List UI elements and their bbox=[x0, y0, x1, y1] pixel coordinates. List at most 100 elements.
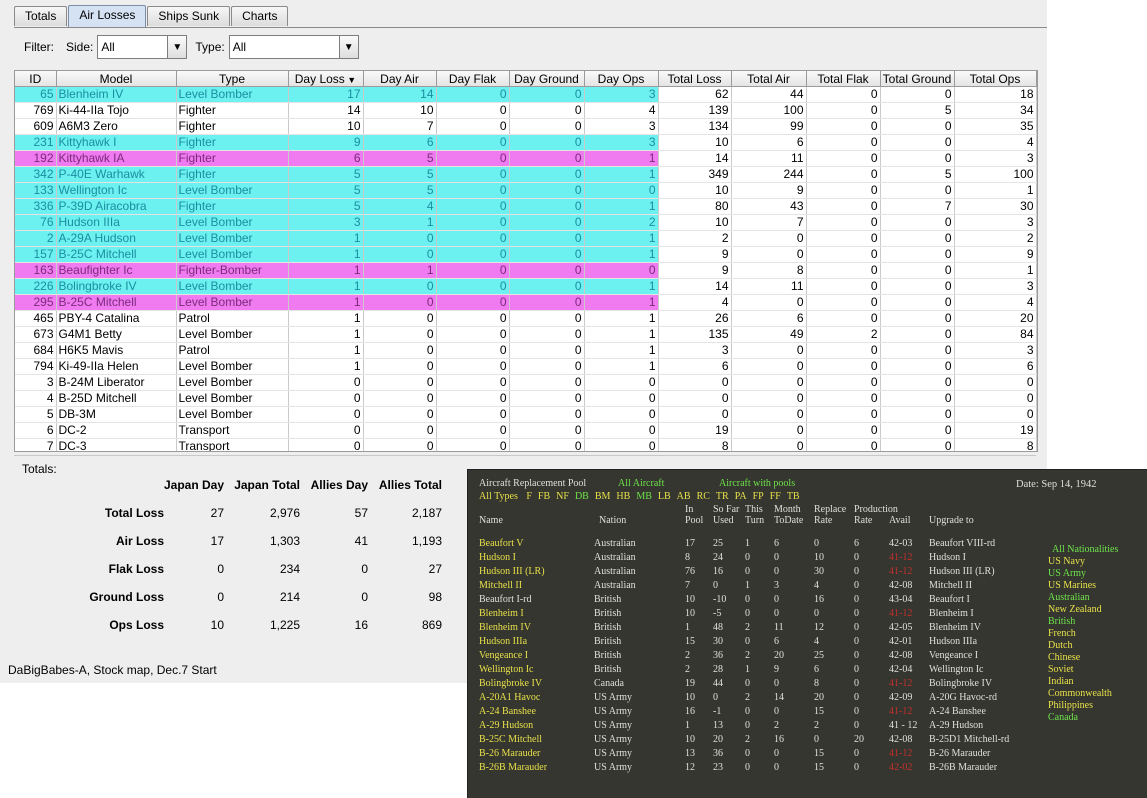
tab-totals[interactable]: Totals bbox=[14, 6, 68, 26]
nationality-filter-item[interactable]: British bbox=[1048, 616, 1118, 628]
column-header-model[interactable]: Model bbox=[56, 71, 177, 87]
tab-charts[interactable]: Charts bbox=[231, 6, 289, 26]
tab-ships-sunk[interactable]: Ships Sunk bbox=[147, 6, 231, 26]
table-row[interactable]: 465 PBY-4 Catalina Patrol 1 0 0 0 1 26 6 0 0 20 bbox=[15, 310, 1037, 327]
table-row[interactable]: 342 P-40E Warhawk Fighter 5 5 0 0 1 349 244 0 5 100 bbox=[15, 166, 1037, 183]
nationality-filter-item[interactable]: Australian bbox=[1048, 592, 1118, 604]
table-row[interactable]: 4 B-25D Mitchell Level Bomber 0 0 0 0 0 0 0 0 0 0 bbox=[15, 390, 1037, 407]
pool-row[interactable]: A-29 Hudson US Army 1 13 0 2 2 0 41 - 12 A-29 Hud… bbox=[468, 720, 1028, 734]
column-header-day-ground[interactable]: Day Ground bbox=[509, 71, 585, 87]
filter-all-aircraft[interactable]: All Aircraft bbox=[618, 478, 664, 489]
pool-row[interactable]: Hudson IIIa British 15 30 0 6 4 0 42-01 Hudson II… bbox=[468, 636, 1028, 650]
nationality-filter-item[interactable]: Dutch bbox=[1048, 640, 1118, 652]
table-row[interactable]: 157 B-25C Mitchell Level Bomber 1 0 0 0 1 9 0 0 0 9 bbox=[15, 246, 1037, 263]
column-header-label: Day Ground bbox=[514, 71, 579, 86]
table-row[interactable]: 7 DC-3 Transport 0 0 0 0 0 8 0 0 0 8 bbox=[15, 438, 1037, 451]
column-header-day-loss[interactable]: Day Loss ▼ bbox=[288, 71, 364, 87]
table-row[interactable]: 609 A6M3 Zero Fighter 10 7 0 0 3 134 99 0 0 35 bbox=[15, 118, 1037, 135]
nationality-filter-item[interactable]: Canada bbox=[1048, 712, 1118, 724]
column-header-total-air[interactable]: Total Air bbox=[731, 71, 807, 87]
column-header-total-loss[interactable]: Total Loss bbox=[658, 71, 732, 87]
column-header-total-ops[interactable]: Total Ops bbox=[954, 71, 1037, 87]
pool-row[interactable]: A-20A1 Havoc US Army 10 0 2 14 20 0 42-09 A-20G H… bbox=[468, 692, 1028, 706]
type-filter-tr[interactable]: TR bbox=[716, 491, 729, 502]
nationality-filter-item[interactable]: US Navy bbox=[1048, 556, 1118, 568]
table-row[interactable]: 336 P-39D Airacobra Fighter 5 4 0 0 1 80 43 0 7 30 bbox=[15, 198, 1037, 215]
pool-row[interactable]: B-25C Mitchell US Army 10 20 2 16 0 20 42-08 B-25… bbox=[468, 734, 1028, 748]
table-row[interactable]: 6 DC-2 Transport 0 0 0 0 0 19 0 0 0 19 bbox=[15, 422, 1037, 439]
table-row[interactable]: 794 Ki-49-IIa Helen Level Bomber 1 0 0 0 1 6 0 0 0 6 bbox=[15, 358, 1037, 375]
nationality-filter-item[interactable]: French bbox=[1048, 628, 1118, 640]
side-select[interactable]: All ▼ bbox=[97, 35, 188, 59]
pool-row[interactable]: Beaufort V Australian 17 25 1 6 0 6 42-03 Beaufor… bbox=[468, 538, 1028, 552]
chevron-down-icon[interactable]: ▼ bbox=[338, 36, 358, 58]
table-row[interactable]: 226 Bolingbroke IV Level Bomber 1 0 0 0 1 14 11 0 0… bbox=[15, 278, 1037, 295]
table-row[interactable]: 673 G4M1 Betty Level Bomber 1 0 0 0 1 135 49 2 0 84 bbox=[15, 326, 1037, 343]
column-header-total-flak[interactable]: Total Flak bbox=[806, 71, 881, 87]
filter-aircraft-with-pools[interactable]: Aircraft with pools bbox=[719, 478, 795, 489]
type-filter-pa[interactable]: PA bbox=[735, 491, 747, 502]
type-filter-fp[interactable]: FP bbox=[753, 491, 764, 502]
type-filter-lb[interactable]: LB bbox=[658, 491, 671, 502]
pool-row[interactable]: A-24 Banshee US Army 16 -1 0 0 15 0 41-12 A-24 Ba… bbox=[468, 706, 1028, 720]
table-row[interactable]: 163 Beaufighter Ic Fighter-Bomber 1 1 0 0 0 9 8 0 0… bbox=[15, 262, 1037, 279]
table-row[interactable]: 76 Hudson IIIa Level Bomber 3 1 0 0 2 10 7 0 0 3 bbox=[15, 214, 1037, 231]
table-row[interactable]: 295 B-25C Mitchell Level Bomber 1 0 0 0 1 4 0 0 0 4 bbox=[15, 294, 1037, 311]
pool-row[interactable]: Vengeance I British 2 36 2 20 25 0 42-08 Vengeanc… bbox=[468, 650, 1028, 664]
pool-cell: 17 bbox=[685, 538, 695, 549]
type-filter-hb[interactable]: HB bbox=[616, 491, 630, 502]
type-filter-nf[interactable]: NF bbox=[556, 491, 569, 502]
column-header-day-flak[interactable]: Day Flak bbox=[436, 71, 510, 87]
nationality-filter-item[interactable]: US Army bbox=[1048, 568, 1118, 580]
nationality-filter-item[interactable]: Commonwealth bbox=[1048, 688, 1118, 700]
type-filter-ab[interactable]: AB bbox=[677, 491, 691, 502]
table-cell: 349 bbox=[658, 166, 732, 183]
column-header-id[interactable]: ID bbox=[15, 71, 57, 87]
table-row[interactable]: 769 Ki-44-IIa Tojo Fighter 14 10 0 0 4 139 100 0 5 3… bbox=[15, 102, 1037, 119]
column-header-type[interactable]: Type bbox=[176, 71, 289, 87]
type-filter-ff[interactable]: FF bbox=[770, 491, 781, 502]
pool-cell: British bbox=[594, 636, 622, 647]
table-row[interactable]: 3 B-24M Liberator Level Bomber 0 0 0 0 0 0 0 0 0 0 bbox=[15, 374, 1037, 391]
pool-row[interactable]: B-26B Marauder US Army 12 23 0 0 15 0 42-02 B-26B… bbox=[468, 762, 1028, 776]
pool-row[interactable]: B-26 Marauder US Army 13 36 0 0 15 0 41-12 B-26 M… bbox=[468, 748, 1028, 762]
type-filter-f[interactable]: F bbox=[526, 491, 532, 502]
pool-row[interactable]: Hudson III (LR) Australian 76 16 0 0 30 0 41-12 H… bbox=[468, 566, 1028, 580]
nationality-filter-item[interactable]: Chinese bbox=[1048, 652, 1118, 664]
type-filter-rc[interactable]: RC bbox=[697, 491, 710, 502]
nationality-filter-item[interactable]: All Nationalities bbox=[1048, 544, 1118, 556]
table-row[interactable]: 231 Kittyhawk I Fighter 9 6 0 0 3 10 6 0 0 4 bbox=[15, 134, 1037, 151]
type-filter-fb[interactable]: FB bbox=[538, 491, 550, 502]
type-filter-tb[interactable]: TB bbox=[787, 491, 800, 502]
pool-row[interactable]: Hudson I Australian 8 24 0 0 10 0 41-12 Hudson I bbox=[468, 552, 1028, 566]
pool-row[interactable]: Blenheim IV British 1 48 2 11 12 0 42-05 Blenheim… bbox=[468, 622, 1028, 636]
type-filter-mb[interactable]: MB bbox=[636, 491, 652, 502]
nationality-filter-item[interactable]: Soviet bbox=[1048, 664, 1118, 676]
tab-air-losses[interactable]: Air Losses bbox=[68, 5, 147, 27]
nationality-filter-item[interactable]: US Marines bbox=[1048, 580, 1118, 592]
table-row[interactable]: 5 DB-3M Level Bomber 0 0 0 0 0 0 0 0 0 0 bbox=[15, 406, 1037, 423]
nationality-filter-item[interactable]: New Zealand bbox=[1048, 604, 1118, 616]
type-filter-bm[interactable]: BM bbox=[595, 491, 611, 502]
table-row[interactable]: 2 A-29A Hudson Level Bomber 1 0 0 0 1 2 0 0 0 2 bbox=[15, 230, 1037, 247]
pool-row[interactable]: Mitchell II Australian 7 0 1 3 4 0 42-08 Mitchell… bbox=[468, 580, 1028, 594]
pool-row[interactable]: Blenheim I British 10 -5 0 0 0 0 41-12 Blenheim I bbox=[468, 608, 1028, 622]
table-cell: 0 bbox=[509, 198, 585, 215]
type-select[interactable]: All ▼ bbox=[228, 35, 359, 59]
column-header-total-ground[interactable]: Total Ground bbox=[880, 71, 955, 87]
nationality-filter-item[interactable]: Indian bbox=[1048, 676, 1118, 688]
chevron-down-icon[interactable]: ▼ bbox=[167, 36, 187, 58]
pool-row[interactable]: Bolingbroke IV Canada 19 44 0 0 8 0 41-12 Bolingb… bbox=[468, 678, 1028, 692]
pool-row[interactable]: Wellington Ic British 2 28 1 9 6 0 42-04 Wellingt… bbox=[468, 664, 1028, 678]
table-row[interactable]: 133 Wellington Ic Level Bomber 5 5 0 0 0 10 9 0 0 1 bbox=[15, 182, 1037, 199]
column-header-day-air[interactable]: Day Air bbox=[363, 71, 437, 87]
type-filter-db[interactable]: DB bbox=[575, 491, 589, 502]
type-filter-all[interactable]: All Types bbox=[479, 491, 518, 502]
table-row[interactable]: 65 Blenheim IV Level Bomber 17 14 0 0 3 62 44 0 0 18 bbox=[15, 86, 1037, 103]
table-row[interactable]: 684 H6K5 Mavis Patrol 1 0 0 0 1 3 0 0 0 3 bbox=[15, 342, 1037, 359]
table-row[interactable]: 192 Kittyhawk IA Fighter 6 5 0 0 1 14 11 0 0 3 bbox=[15, 150, 1037, 167]
pool-row[interactable]: Beaufort I-rd British 10 -10 0 0 16 0 43-04 Beauf… bbox=[468, 594, 1028, 608]
column-header-day-ops[interactable]: Day Ops bbox=[584, 71, 659, 87]
nationality-filter-item[interactable]: Philippines bbox=[1048, 700, 1118, 712]
air-losses-table-container[interactable]: ID Model Type Day Loss ▼ Day Air Day Flak Day … bbox=[14, 70, 1038, 452]
